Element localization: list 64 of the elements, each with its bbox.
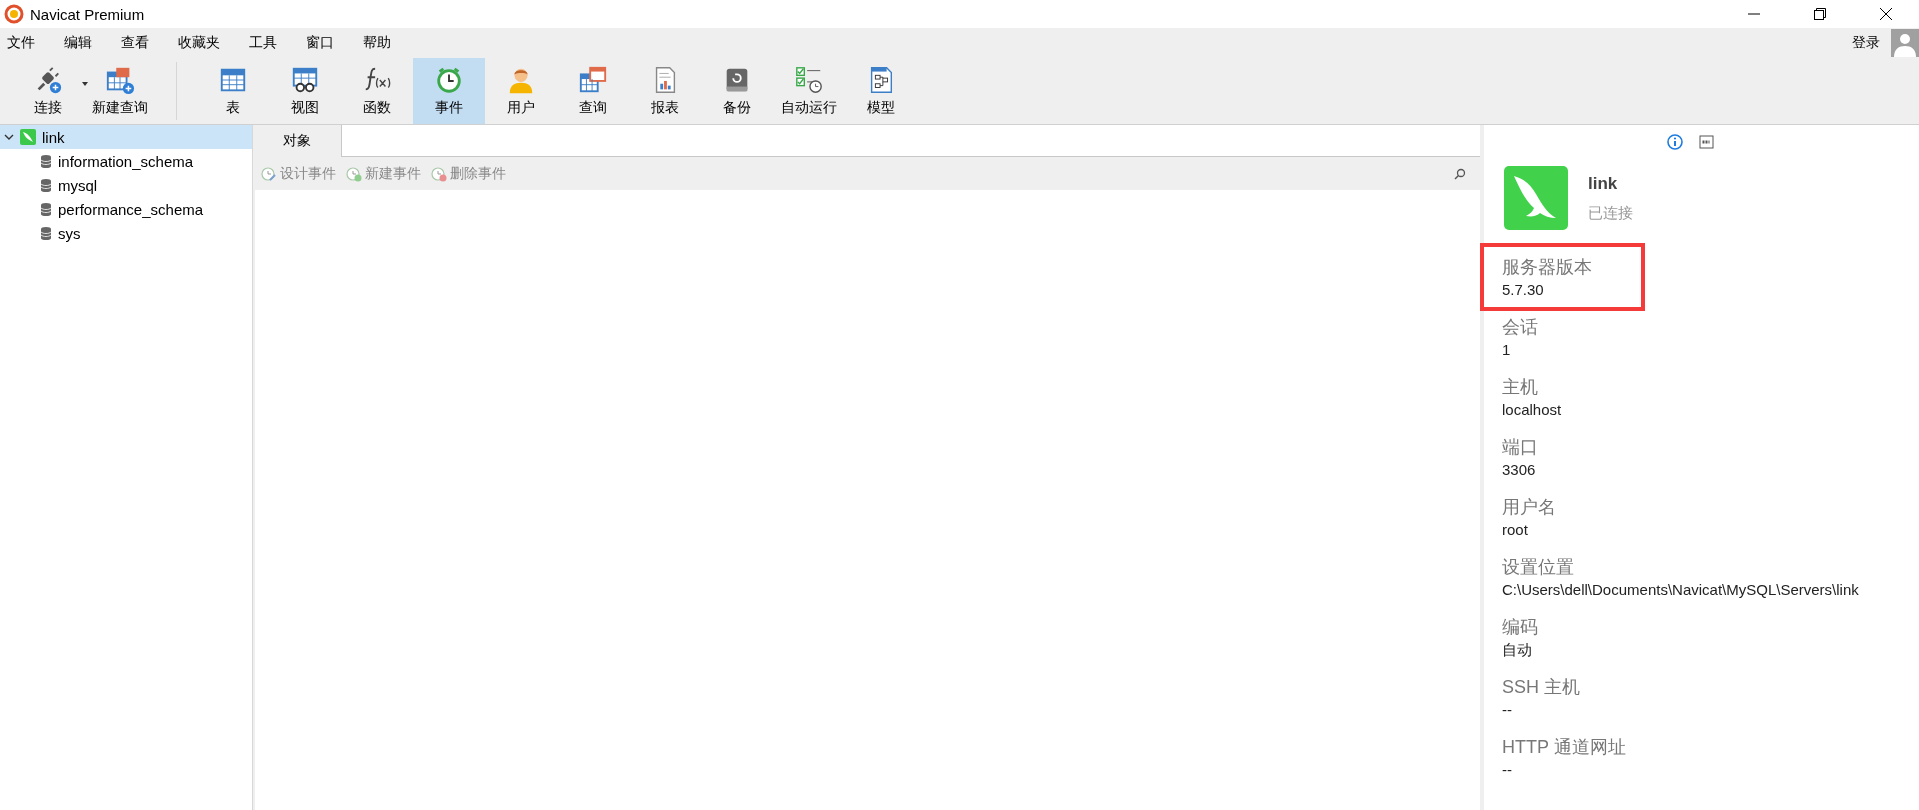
field-label: 服务器版本 (1502, 256, 1592, 279)
field-value: -- (1502, 700, 1512, 720)
field-label: 端口 (1502, 436, 1538, 459)
field-label: 设置位置 (1502, 556, 1574, 579)
search-icon[interactable] (1454, 167, 1466, 180)
toolbar-button[interactable]: 连接 (12, 58, 84, 124)
menu-item[interactable]: 工具 (242, 34, 277, 52)
field-value: -- (1502, 760, 1512, 780)
connection-status: 已连接 (1588, 203, 1633, 223)
login-link[interactable]: 登录 (1852, 34, 1880, 52)
tree-item[interactable]: sys (0, 221, 252, 245)
database-icon (40, 178, 52, 192)
caret-icon[interactable] (82, 82, 88, 86)
window-title: Navicat Premium (30, 5, 145, 23)
field-value: 自动 (1502, 640, 1532, 660)
toolbar-button[interactable]: 新建查询 (84, 58, 156, 124)
database-icon (40, 202, 52, 216)
field-value: 1 (1502, 340, 1511, 360)
tree-item[interactable]: mysql (0, 173, 252, 197)
tree-item[interactable]: information_schema (0, 149, 252, 173)
field-label: HTTP 通道网址 (1502, 736, 1626, 759)
field-value: 3306 (1502, 460, 1536, 480)
menu-item[interactable]: 帮助 (356, 34, 391, 52)
toolbar-button[interactable]: 备份 (701, 58, 773, 124)
info-icon[interactable] (1666, 134, 1683, 150)
toolbar-button[interactable]: 表 (197, 58, 269, 124)
app-logo-icon (4, 4, 24, 24)
database-icon (40, 154, 52, 168)
field-value: 5.7.30 (1502, 280, 1544, 300)
toolbar-button[interactable]: 视图 (269, 58, 341, 124)
clock-pen-icon (261, 165, 277, 182)
menu-item[interactable]: 收藏夹 (171, 34, 220, 52)
field-label: 用户名 (1502, 496, 1556, 519)
database-icon (40, 226, 52, 240)
clock-remove-icon (431, 165, 447, 182)
alarm-clock-icon (434, 65, 464, 95)
table-add-icon (105, 65, 135, 95)
field-label: 编码 (1502, 616, 1538, 639)
toolbar-button[interactable]: 用户 (485, 58, 557, 124)
toolbar-button[interactable]: 模型 (845, 58, 917, 124)
chevron-icon[interactable] (4, 132, 14, 142)
toolbar-button[interactable]: 事件 (413, 58, 485, 124)
avatar-icon[interactable] (1891, 29, 1919, 57)
menu-item[interactable]: 编辑 (57, 34, 92, 52)
toolbar-button[interactable]: 查询 (557, 58, 629, 124)
field-value: localhost (1502, 400, 1562, 420)
field-value: root (1502, 520, 1528, 540)
menu-item[interactable]: 查看 (114, 34, 149, 52)
toolbar-button[interactable]: 自动运行 (773, 58, 845, 124)
toolbar-button[interactable]: 报表 (629, 58, 701, 124)
menu-item[interactable]: 窗口 (299, 34, 334, 52)
field-label: SSH 主机 (1502, 676, 1580, 699)
tables-icon (578, 65, 608, 95)
checklist-clock-icon (794, 65, 824, 95)
menu-item[interactable]: 文件 (0, 34, 35, 52)
field-label: 会话 (1502, 316, 1538, 339)
tree-item[interactable]: link (0, 125, 252, 149)
field-label: 主机 (1502, 376, 1538, 399)
connection-name: link (1588, 173, 1619, 194)
clock-add-icon (346, 165, 362, 182)
toolbar-button[interactable]: 函数 (341, 58, 413, 124)
table-glasses-icon (290, 65, 320, 95)
tree-item[interactable]: performance_schema (0, 197, 252, 221)
field-value: C:\Users\dell\Documents\Navicat\MySQL\Servers\link (1502, 580, 1859, 600)
